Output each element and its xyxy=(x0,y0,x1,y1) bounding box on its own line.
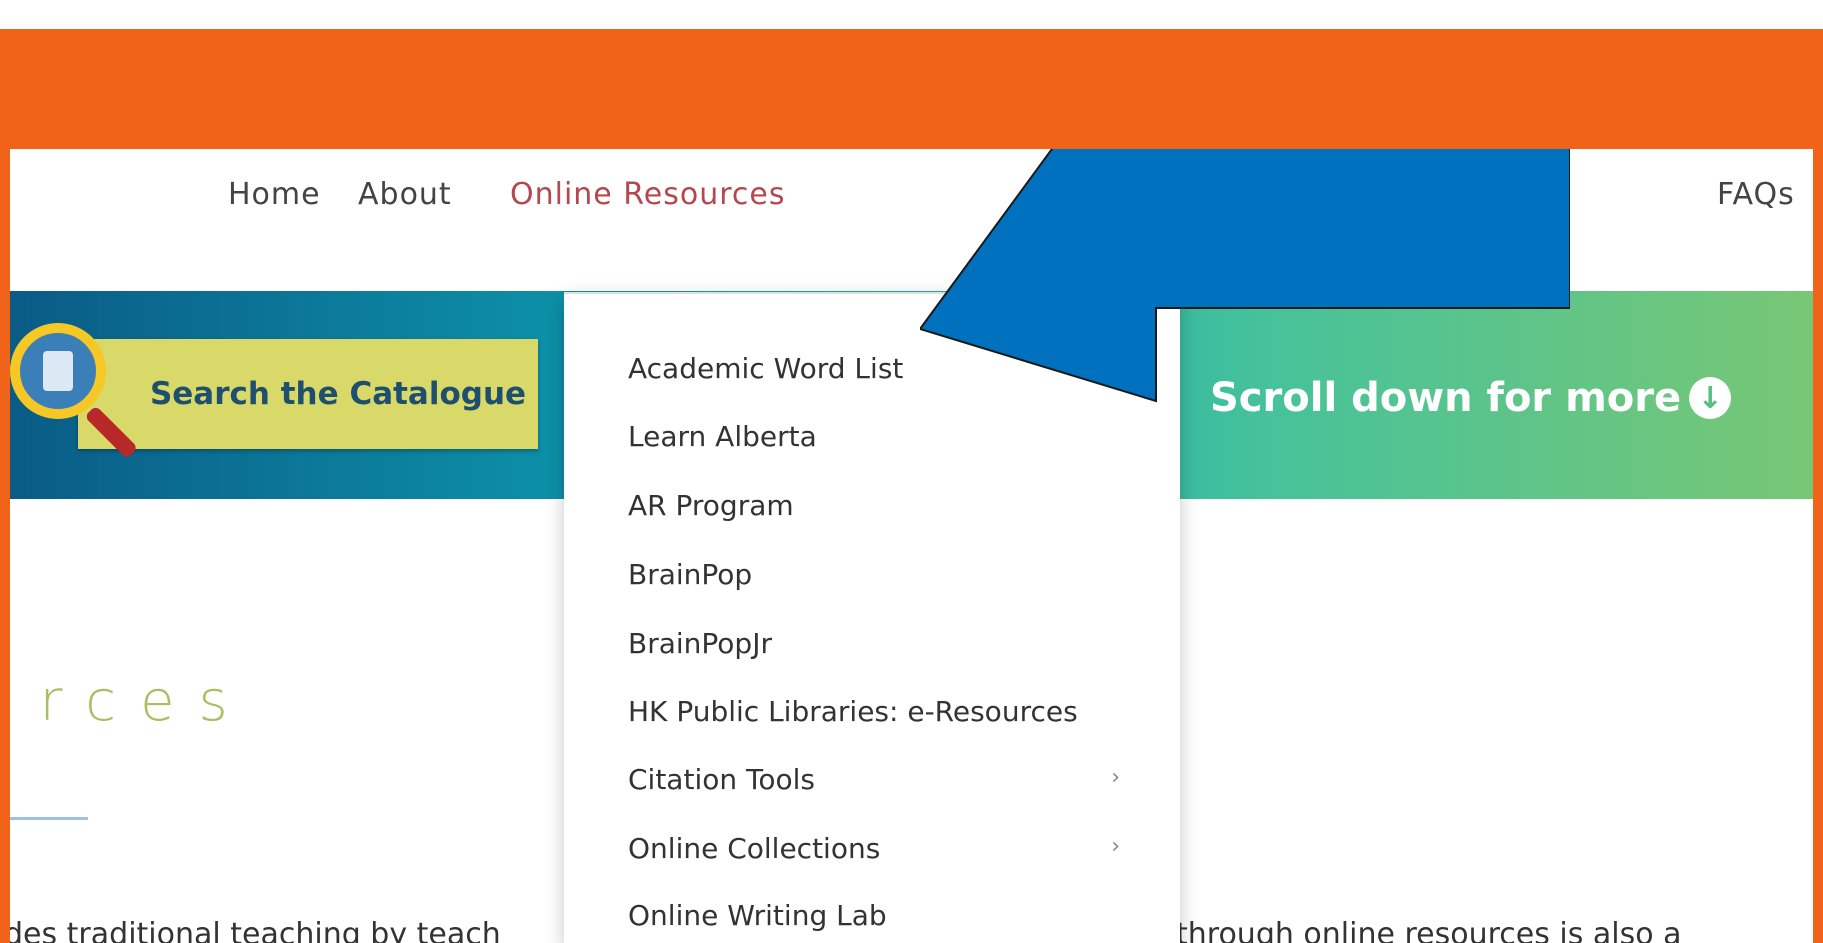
web-page: Home About Online Resources brary FAQs S… xyxy=(10,149,1813,943)
menu-item-learn-alberta[interactable]: Learn Alberta xyxy=(628,420,817,453)
menu-item-academic-word-list[interactable]: Academic Word List xyxy=(628,352,903,385)
menu-item-online-collections[interactable]: Online Collections xyxy=(628,832,880,865)
nav-online-resources[interactable]: Online Resources xyxy=(510,177,786,212)
catalogue-magnifier-icon xyxy=(10,323,106,419)
top-strip xyxy=(0,0,1823,29)
left-arrow-annotation-icon xyxy=(920,149,1570,403)
arrow-down-circle-icon: ↓ xyxy=(1689,377,1732,419)
search-catalogue-label: Search the Catalogue xyxy=(149,376,527,412)
heading-underline xyxy=(10,817,88,820)
nav-about[interactable]: About xyxy=(358,177,452,212)
orange-frame-right xyxy=(1813,149,1823,943)
orange-frame-left xyxy=(0,149,10,943)
page-heading-fragment: urces xyxy=(10,669,252,734)
chevron-right-icon: › xyxy=(1111,765,1120,790)
menu-item-brainpopjr[interactable]: BrainPopJr xyxy=(628,627,772,660)
menu-item-citation-tools[interactable]: Citation Tools xyxy=(628,763,815,796)
menu-item-brainpop[interactable]: BrainPop xyxy=(628,558,752,591)
search-catalogue-button[interactable]: Search the Catalogue xyxy=(78,339,538,449)
chevron-right-icon: › xyxy=(1111,834,1120,859)
intro-text-right: through online resources is also a xyxy=(1176,917,1682,943)
orange-frame-top xyxy=(0,29,1823,149)
menu-item-online-writing-lab[interactable]: Online Writing Lab xyxy=(628,899,887,932)
nav-faqs[interactable]: FAQs xyxy=(1717,177,1795,212)
menu-item-hk-public-libraries[interactable]: HK Public Libraries: e-Resources xyxy=(628,695,1078,728)
nav-home[interactable]: Home xyxy=(228,177,321,212)
menu-item-ar-program[interactable]: AR Program xyxy=(628,489,794,522)
intro-text-left: des traditional teaching by teach xyxy=(10,917,501,943)
